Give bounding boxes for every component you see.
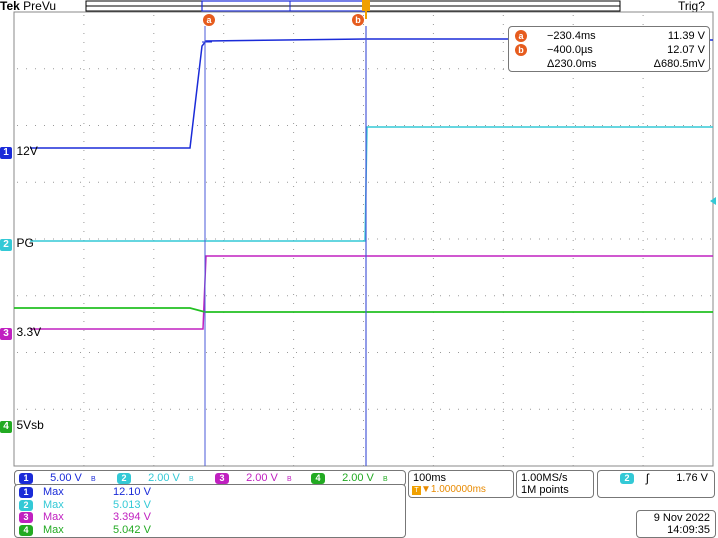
readout-b-badge: b [515, 44, 527, 56]
measurement-row[interactable]: 1 Max 12.10 V [19, 486, 219, 498]
cursor-readout-row-b: b −400.0µs 12.07 V [515, 44, 705, 57]
graticule [13, 11, 714, 467]
measurement-value: 12.10 V [113, 486, 151, 498]
ch3-scale[interactable]: 3 2.00 V B [215, 472, 292, 484]
measurement-name: Max [43, 486, 64, 498]
measurement-name: Max [43, 498, 64, 511]
ch3-marker[interactable]: 3 3.3V [0, 323, 41, 341]
cursor-a-badge[interactable]: a [203, 14, 215, 26]
cursor-delta-voltage: Δ680.5mV [653, 58, 705, 70]
measurements-panel: 1 Max 12.10 V 2 Max 5.013 V 3 Max 3.394 V 4 Max 5.0… [14, 484, 406, 538]
measurement-row[interactable]: 3 Max 3.394 V [19, 511, 219, 523]
ch3-bw-limit-icon: B [286, 476, 292, 483]
cursor-readout-row-delta: Δ230.0ms Δ680.5mV [515, 58, 705, 71]
measurement-name: Max [43, 523, 64, 536]
ch4-scale[interactable]: 4 2.00 V B [311, 472, 388, 484]
measurement-row[interactable]: 4 Max 5.042 V [19, 524, 219, 536]
ch3-scale-value: 2.00 V [246, 472, 278, 484]
trigger-level-value: 1.76 V [676, 472, 708, 484]
horizontal-scale: 100ms [413, 472, 447, 484]
ch2-scale-value: 2.00 V [148, 472, 180, 484]
trigger-panel[interactable]: 2 ʃ 1.76 V [597, 470, 715, 498]
ch4-scale-chip: 4 [311, 473, 325, 484]
ch2-marker[interactable]: 2 PG [0, 234, 34, 252]
ch1-scale-chip: 1 [19, 473, 33, 484]
trigger-position-marker[interactable] [362, 0, 370, 11]
ch1-bw-limit-icon: B [90, 476, 96, 483]
measurement-channel-chip: 4 [19, 524, 33, 536]
horizontal-delay: T ▼1.000000ms [412, 484, 486, 495]
measurement-channel-chip: 3 [19, 512, 33, 523]
ch4-marker[interactable]: 4 5Vsb [0, 416, 44, 434]
oscilloscope-screen: Tek PreVu Trig? a b a −230.4ms 11.39 V b… [0, 0, 718, 538]
cursor-b-time: −400.0µs [547, 44, 593, 56]
date-display: 9 Nov 2022 [653, 512, 710, 524]
ch1-scale-value: 5.00 V [50, 472, 82, 484]
measurement-channel-chip: 1 [19, 487, 33, 498]
ch2-scale[interactable]: 2 2.00 V B [117, 472, 194, 484]
cursor-a-voltage: 11.39 V [667, 30, 705, 42]
ch3-label: 3.3V [16, 325, 42, 339]
ch4-scale-value: 2.00 V [342, 472, 374, 484]
sample-rate: 1.00MS/s [521, 472, 568, 484]
measurement-channel-chip: 2 [19, 499, 33, 511]
measurement-value: 5.013 V [113, 498, 151, 511]
ch2-trace [30, 126, 713, 242]
ch2-scale-chip: 2 [117, 473, 131, 484]
ch1-marker-number: 1 [0, 147, 12, 159]
horizontal-delay-value: ▼1.000000ms [421, 484, 486, 495]
ch4-marker-number: 4 [0, 421, 12, 433]
cursor-readout-row-a: a −230.4ms 11.39 V [515, 30, 705, 43]
trigger-t-icon: T [412, 486, 421, 495]
cursor-readout-panel: a −230.4ms 11.39 V b −400.0µs 12.07 V Δ2… [508, 26, 710, 72]
ch1-scale[interactable]: 1 5.00 V B [19, 472, 96, 484]
trigger-source-chip: 2 [620, 473, 634, 484]
cursor-delta-time: Δ230.0ms [547, 58, 597, 70]
ch1-label: 12V [16, 144, 38, 158]
rising-edge-icon: ʃ [646, 471, 649, 485]
measurement-value: 5.042 V [113, 523, 151, 536]
timebase-panel[interactable]: 100ms T ▼1.000000ms [408, 470, 514, 498]
cursor-b-voltage: 12.07 V [667, 44, 705, 56]
readout-a-badge: a [515, 30, 527, 42]
measurement-row[interactable]: 2 Max 5.013 V [19, 499, 219, 511]
datetime-panel: 9 Nov 2022 14:09:35 [636, 510, 716, 538]
ch4-bw-limit-icon: B [382, 476, 388, 483]
measurement-value: 3.394 V [113, 511, 151, 523]
time-display: 14:09:35 [667, 524, 710, 536]
record-length: 1M points [521, 484, 569, 496]
ch3-scale-chip: 3 [215, 473, 229, 484]
ch4-trace [14, 307, 713, 313]
ch3-trace [30, 255, 713, 330]
ch4-label: 5Vsb [16, 418, 44, 432]
measurement-name: Max [43, 511, 64, 523]
cursor-b-badge[interactable]: b [352, 14, 364, 26]
ch2-label: PG [16, 236, 34, 250]
ch3-marker-number: 3 [0, 328, 12, 340]
cursor-a-time: −230.4ms [547, 30, 596, 42]
ch1-marker[interactable]: 1 12V [0, 142, 38, 160]
ch2-bw-limit-icon: B [188, 476, 194, 483]
ch2-marker-number: 2 [0, 239, 12, 251]
acquisition-panel[interactable]: 1.00MS/s 1M points [516, 470, 594, 498]
